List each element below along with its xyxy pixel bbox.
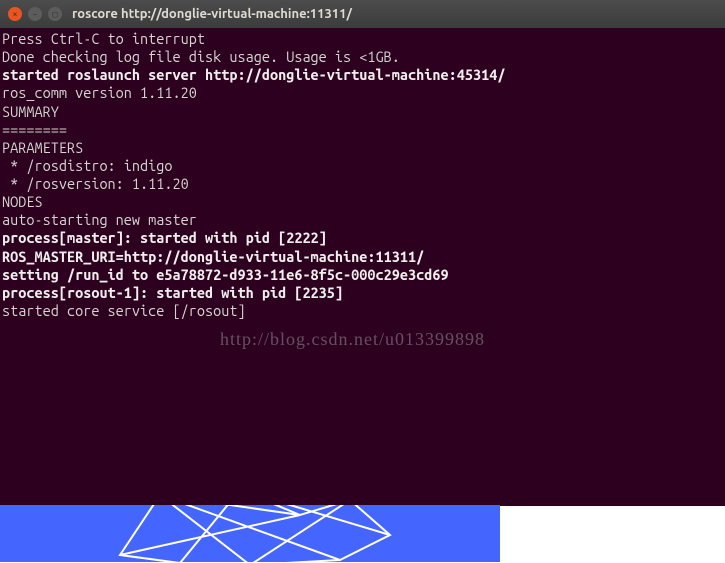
terminal-line: PARAMETERS bbox=[2, 139, 721, 157]
terminal-line: NODES bbox=[2, 193, 721, 211]
terminal-line: ROS_MASTER_URI=http://donglie-virtual-ma… bbox=[2, 248, 721, 266]
terminal-line: * /rosdistro: indigo bbox=[2, 157, 721, 175]
maximize-icon[interactable]: ▢ bbox=[48, 7, 62, 21]
window-title: roscore http://donglie-virtual-machine:1… bbox=[72, 7, 352, 21]
terminal-line: started roslaunch server http://donglie-… bbox=[2, 66, 721, 84]
terminal-line: process[master]: started with pid [2222] bbox=[2, 229, 721, 247]
terminal-line: process[rosout-1]: started with pid [223… bbox=[2, 284, 721, 302]
terminal-line: ======== bbox=[2, 121, 721, 139]
window-controls: × − ▢ bbox=[8, 7, 62, 21]
terminal-line: Press Ctrl-C to interrupt bbox=[2, 30, 721, 48]
terminal-line: started core service [/rosout] bbox=[2, 302, 721, 320]
close-icon[interactable]: × bbox=[8, 7, 22, 21]
terminal-line: ros_comm version 1.11.20 bbox=[2, 84, 721, 102]
terminal-line: SUMMARY bbox=[2, 103, 721, 121]
visualization-panel bbox=[0, 505, 500, 562]
terminal-output[interactable]: Press Ctrl-C to interrupt Done checking … bbox=[0, 28, 725, 506]
terminal-line: Done checking log file disk usage. Usage… bbox=[2, 48, 721, 66]
watermark-text: http://blog.csdn.net/u013399898 bbox=[220, 328, 485, 351]
terminal-line: auto-starting new master bbox=[2, 211, 721, 229]
titlebar[interactable]: × − ▢ roscore http://donglie-virtual-mac… bbox=[0, 0, 725, 28]
terminal-line: setting /run_id to e5a78872-d933-11e6-8f… bbox=[2, 266, 721, 284]
terminal-window: × − ▢ roscore http://donglie-virtual-mac… bbox=[0, 0, 725, 506]
wireframe-icon bbox=[100, 505, 420, 562]
bottom-area bbox=[0, 506, 725, 563]
terminal-line: * /rosversion: 1.11.20 bbox=[2, 175, 721, 193]
minimize-icon[interactable]: − bbox=[28, 7, 42, 21]
